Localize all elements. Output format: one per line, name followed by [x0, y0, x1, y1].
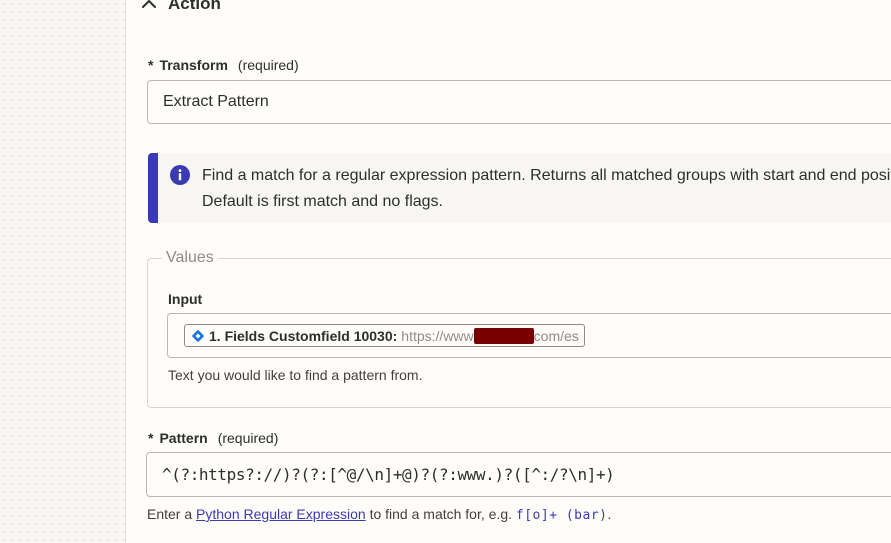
pattern-label-text: Pattern: [159, 430, 208, 446]
transform-select[interactable]: Extract Pattern: [147, 80, 891, 124]
pattern-help-mid: to find a match for, e.g.: [369, 506, 512, 522]
transform-label: * Transform (required): [148, 57, 299, 73]
values-legend: Values: [166, 249, 214, 266]
python-regex-link[interactable]: Python Regular Expression: [196, 506, 366, 522]
transform-value: Extract Pattern: [163, 93, 269, 110]
left-canvas-rail: [0, 0, 126, 543]
required-star: *: [148, 57, 154, 73]
redacted-block: [473, 327, 534, 344]
info-callout: Find a match for a regular expression pa…: [148, 153, 891, 223]
input-field[interactable]: 1. Fields Customfield 10030: https://www…: [167, 313, 891, 358]
info-accent-bar: [148, 153, 158, 223]
chevron-up-icon[interactable]: [140, 0, 158, 13]
info-icon: [170, 165, 190, 185]
input-label-text: Input: [168, 291, 203, 307]
required-text: (required): [217, 430, 279, 446]
pattern-help-end: .: [607, 506, 612, 522]
pattern-help-example: f[o]+ (bar): [515, 508, 608, 523]
zap-step-icon: [192, 329, 204, 342]
mapped-field-pill[interactable]: 1. Fields Customfield 10030: https://www…: [184, 324, 585, 347]
pattern-help-text: Enter a Python Regular Expression to fin…: [147, 506, 611, 523]
section-title: Action: [168, 0, 221, 13]
pattern-help-prefix: Enter a: [147, 506, 193, 522]
pill-value-prefix: https://www: [401, 327, 474, 344]
section-header[interactable]: Action: [140, 0, 221, 14]
input-help-text: Text you would like to find a pattern fr…: [168, 367, 423, 383]
pill-label: 1. Fields Customfield 10030:: [209, 327, 398, 344]
info-text: Find a match for a regular expression pa…: [202, 167, 891, 210]
pill-value-suffix: com/es: [533, 327, 579, 344]
pattern-label: * Pattern (required): [148, 430, 278, 446]
pattern-value: ^(?:https?://)?(?:[^@/\n]+@)?(?:www.)?([…: [162, 465, 615, 484]
pill-value: https://www com/es: [401, 327, 579, 344]
input-label: Input: [168, 291, 202, 307]
required-star: *: [148, 430, 154, 446]
pattern-input[interactable]: ^(?:https?://)?(?:[^@/\n]+@)?(?:www.)?([…: [146, 452, 891, 497]
required-text: (required): [237, 57, 299, 73]
transform-label-text: Transform: [159, 57, 228, 73]
